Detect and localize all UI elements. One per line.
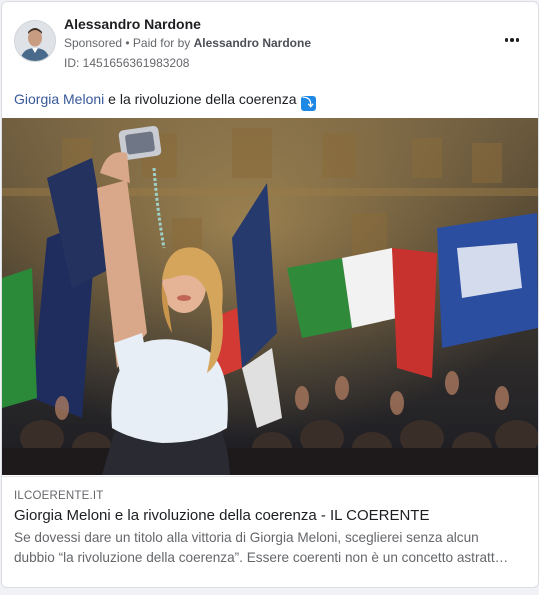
paid-for-name: Alessandro Nardone <box>193 36 311 50</box>
post-body-text: Giorgia Meloni e la rivoluzione della co… <box>14 91 316 111</box>
post-header: Alessandro Nardone Sponsored • Paid for … <box>2 2 538 82</box>
link-description-line: Se dovessi dare un titolo alla vittoria … <box>14 530 479 545</box>
link-description: Se dovessi dare un titolo alla vittoria … <box>14 528 526 568</box>
more-horizontal-icon <box>510 38 514 42</box>
sponsored-post-card: Alessandro Nardone Sponsored • Paid for … <box>1 1 539 588</box>
separator-dot: • <box>122 36 133 50</box>
more-options-button[interactable] <box>500 30 524 50</box>
link-domain: ILCOERENTE.IT <box>14 490 104 502</box>
link-title[interactable]: Giorgia Meloni e la rivoluzione della co… <box>14 507 429 524</box>
more-horizontal-icon <box>504 38 509 42</box>
link-preview[interactable]: ILCOERENTE.IT Giorgia Meloni e la rivolu… <box>2 476 538 587</box>
more-horizontal-icon <box>515 38 520 42</box>
paid-for-prefix: Paid for by <box>132 36 194 50</box>
link-description-line: dubbio “la rivoluzione della coerenza”. … <box>14 550 509 565</box>
sponsored-label[interactable]: Sponsored <box>64 36 122 50</box>
author-avatar[interactable] <box>14 20 56 62</box>
body-rest-text: e la rivoluzione della coerenza <box>104 91 297 107</box>
arrow-right-hook-emoji-icon: ⤵ <box>300 96 316 111</box>
author-name[interactable]: Alessandro Nardone <box>64 16 201 32</box>
mention-link[interactable]: Giorgia Meloni <box>14 91 104 107</box>
post-image[interactable] <box>2 118 538 475</box>
ad-id: ID: 1451656361983208 <box>64 56 190 70</box>
sponsored-line: Sponsored • Paid for by Alessandro Nardo… <box>64 36 311 50</box>
